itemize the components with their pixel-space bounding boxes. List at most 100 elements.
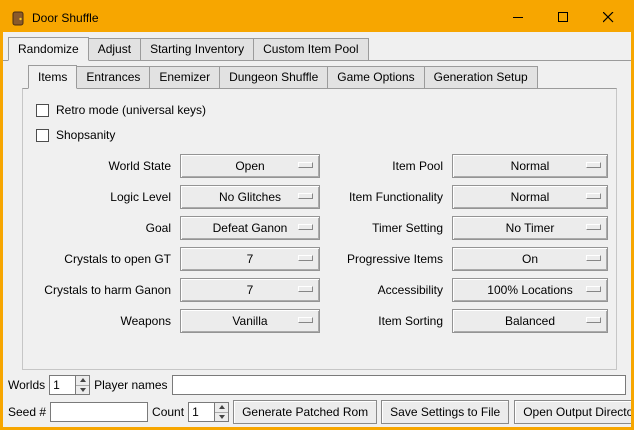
dropdown-indicator-icon	[298, 193, 313, 199]
timer-setting-label: Timer Setting	[329, 221, 443, 235]
tab-randomize[interactable]: Randomize	[8, 37, 89, 61]
retro-mode-checkbox-row: Retro mode (universal keys)	[36, 103, 608, 117]
count-spinbox-value[interactable]: 1	[188, 402, 214, 422]
arrow-down-icon	[219, 415, 225, 419]
tab-entrances[interactable]: Entrances	[76, 66, 150, 89]
crystals-open-gt-dropdown[interactable]: 7	[180, 247, 320, 271]
option-fields: World State Open Item Pool Normal Logic …	[31, 154, 608, 333]
progressive-items-value: On	[522, 252, 538, 266]
world-state-value: Open	[235, 159, 264, 173]
count-spinbox[interactable]: 1	[188, 402, 229, 422]
shopsanity-checkbox-row: Shopsanity	[36, 128, 608, 142]
worlds-spinbox-arrows	[75, 375, 90, 395]
seed-input[interactable]	[50, 402, 148, 422]
goal-label: Goal	[31, 221, 171, 235]
worlds-row: Worlds 1 Player names	[8, 375, 626, 395]
sub-tabbar: Items Entrances Enemizer Dungeon Shuffle…	[28, 66, 631, 88]
shopsanity-checkbox[interactable]	[36, 129, 49, 142]
weapons-dropdown[interactable]: Vanilla	[180, 309, 320, 333]
worlds-spinbox[interactable]: 1	[49, 375, 90, 395]
randomize-pane: Items Entrances Enemizer Dungeon Shuffle…	[3, 60, 631, 399]
close-button[interactable]	[586, 3, 631, 32]
dropdown-indicator-icon	[586, 224, 601, 230]
count-spin-down-button[interactable]	[215, 412, 228, 422]
main-tabbar: Randomize Adjust Starting Inventory Cust…	[8, 38, 631, 60]
item-functionality-value: Normal	[511, 190, 550, 204]
dropdown-indicator-icon	[586, 286, 601, 292]
retro-mode-label: Retro mode (universal keys)	[56, 103, 206, 117]
arrow-up-icon	[219, 405, 225, 409]
worlds-spinbox-value[interactable]: 1	[49, 375, 75, 395]
dropdown-indicator-icon	[586, 255, 601, 261]
bottom-bar: Worlds 1 Player names Seed # Count 1	[3, 375, 631, 424]
generate-patched-rom-button[interactable]: Generate Patched Rom	[233, 400, 377, 424]
player-names-label: Player names	[94, 378, 167, 392]
seed-row: Seed # Count 1 Generate Patched Rom Save…	[8, 400, 626, 424]
timer-setting-dropdown[interactable]: No Timer	[452, 216, 608, 240]
progressive-items-dropdown[interactable]: On	[452, 247, 608, 271]
item-sorting-value: Balanced	[505, 314, 555, 328]
item-pool-label: Item Pool	[329, 159, 443, 173]
window-controls	[496, 3, 631, 32]
dropdown-indicator-icon	[298, 255, 313, 261]
item-functionality-dropdown[interactable]: Normal	[452, 185, 608, 209]
crystals-open-gt-value: 7	[247, 252, 254, 266]
dropdown-indicator-icon	[298, 162, 313, 168]
world-state-label: World State	[31, 159, 171, 173]
tab-generation-setup[interactable]: Generation Setup	[424, 66, 538, 89]
maximize-button[interactable]	[541, 3, 586, 32]
crystals-harm-ganon-dropdown[interactable]: 7	[180, 278, 320, 302]
tab-items[interactable]: Items	[28, 65, 77, 89]
weapons-value: Vanilla	[232, 314, 267, 328]
titlebar[interactable]: Door Shuffle	[3, 3, 631, 32]
timer-setting-value: No Timer	[506, 221, 555, 235]
accessibility-label: Accessibility	[329, 283, 443, 297]
worlds-spin-down-button[interactable]	[76, 385, 89, 395]
worlds-spin-up-button[interactable]	[76, 376, 89, 385]
crystals-open-gt-label: Crystals to open GT	[31, 252, 171, 266]
count-label: Count	[152, 405, 184, 419]
dropdown-indicator-icon	[586, 193, 601, 199]
accessibility-dropdown[interactable]: 100% Locations	[452, 278, 608, 302]
arrow-up-icon	[80, 378, 86, 382]
app-icon	[10, 10, 26, 26]
dropdown-indicator-icon	[586, 317, 601, 323]
open-output-directory-button[interactable]: Open Output Directory	[514, 400, 634, 424]
tab-enemizer[interactable]: Enemizer	[149, 66, 220, 89]
arrow-down-icon	[80, 388, 86, 392]
tab-dungeon-shuffle[interactable]: Dungeon Shuffle	[219, 66, 328, 89]
logic-level-label: Logic Level	[31, 190, 171, 204]
dropdown-indicator-icon	[298, 317, 313, 323]
window-title: Door Shuffle	[32, 11, 99, 25]
right-buttons-group: Save Settings to File Open Output Direct…	[381, 400, 634, 424]
goal-dropdown[interactable]: Defeat Ganon	[180, 216, 320, 240]
items-pane: Retro mode (universal keys) Shopsanity W…	[22, 88, 617, 370]
weapons-label: Weapons	[31, 314, 171, 328]
tab-starting-inventory[interactable]: Starting Inventory	[140, 38, 254, 61]
worlds-label: Worlds	[8, 378, 45, 392]
save-settings-button[interactable]: Save Settings to File	[381, 400, 509, 424]
dropdown-indicator-icon	[298, 224, 313, 230]
crystals-harm-ganon-label: Crystals to harm Ganon	[31, 283, 171, 297]
retro-mode-checkbox[interactable]	[36, 104, 49, 117]
item-functionality-label: Item Functionality	[329, 190, 443, 204]
minimize-button[interactable]	[496, 3, 541, 32]
shopsanity-label: Shopsanity	[56, 128, 115, 142]
tab-adjust[interactable]: Adjust	[88, 38, 141, 61]
player-names-input[interactable]	[172, 375, 627, 395]
app-window: Door Shuffle Randomize Adjust Starting I…	[0, 0, 634, 430]
item-pool-dropdown[interactable]: Normal	[452, 154, 608, 178]
item-sorting-dropdown[interactable]: Balanced	[452, 309, 608, 333]
dropdown-indicator-icon	[298, 286, 313, 292]
seed-label: Seed #	[8, 405, 46, 419]
count-spin-up-button[interactable]	[215, 403, 228, 412]
dropdown-indicator-icon	[586, 162, 601, 168]
logic-level-value: No Glitches	[219, 190, 281, 204]
tab-custom-item-pool[interactable]: Custom Item Pool	[253, 38, 368, 61]
world-state-dropdown[interactable]: Open	[180, 154, 320, 178]
item-pool-value: Normal	[511, 159, 550, 173]
tab-game-options[interactable]: Game Options	[327, 66, 424, 89]
logic-level-dropdown[interactable]: No Glitches	[180, 185, 320, 209]
goal-value: Defeat Ganon	[213, 221, 288, 235]
accessibility-value: 100% Locations	[487, 283, 572, 297]
